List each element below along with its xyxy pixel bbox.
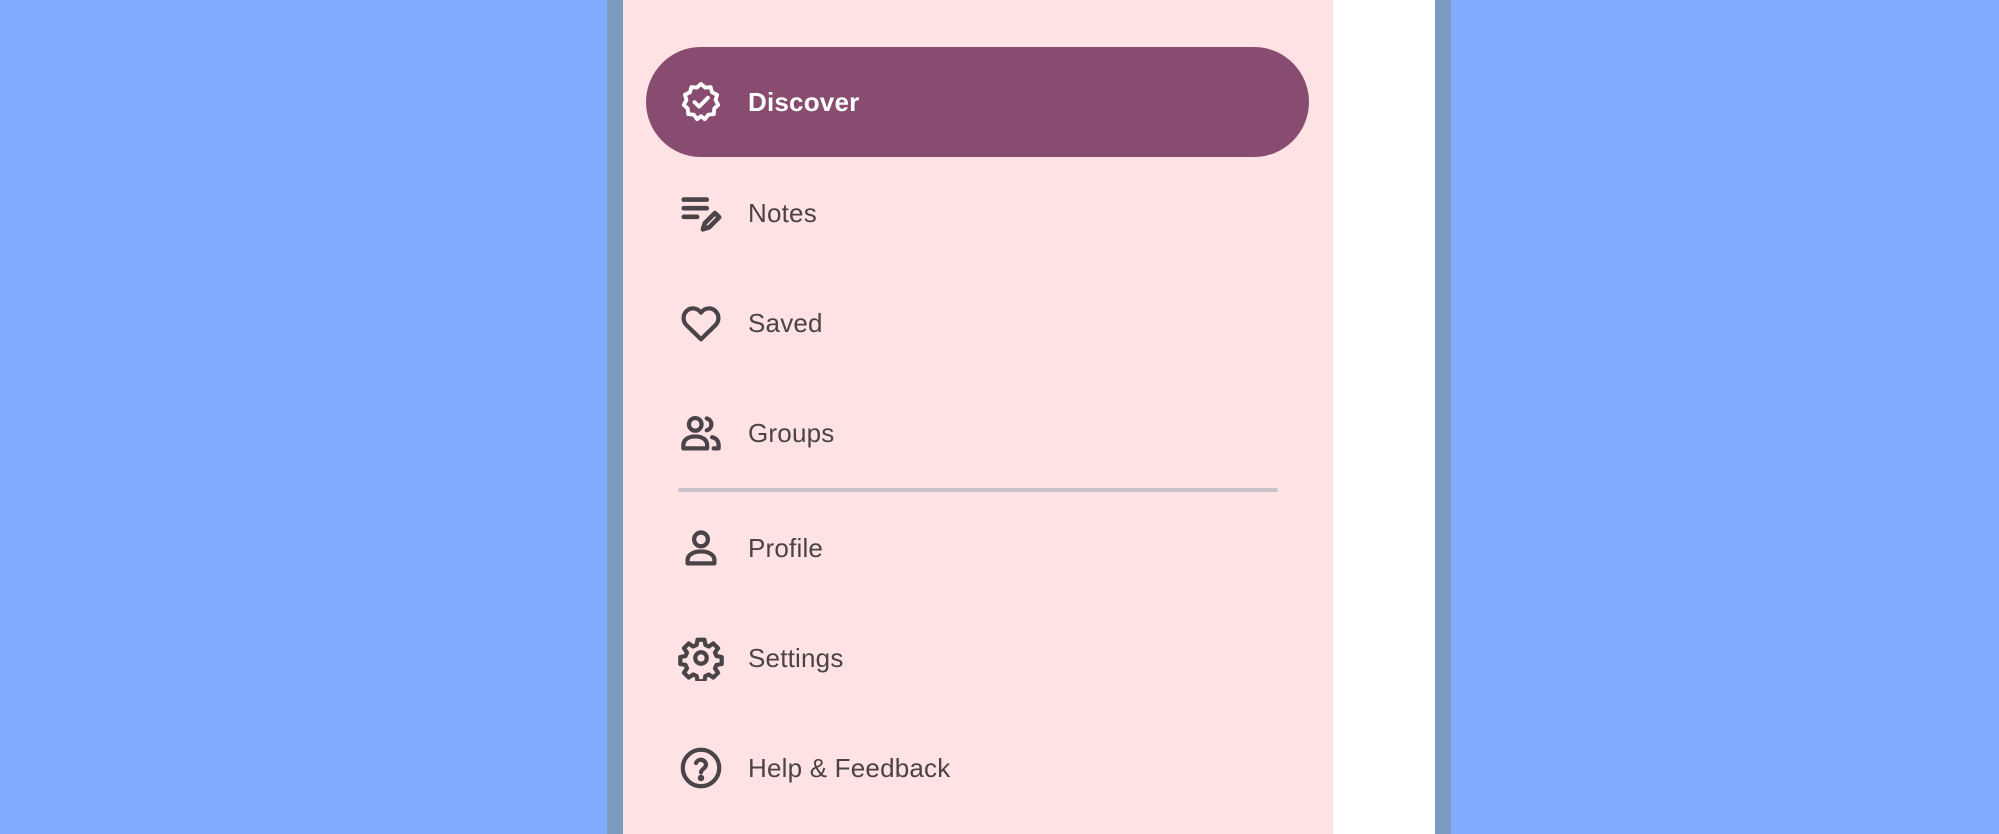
nav-item-discover[interactable]: Discover: [646, 47, 1309, 157]
nav-item-groups[interactable]: Groups: [646, 378, 1309, 488]
nav-item-settings[interactable]: Settings: [646, 603, 1309, 713]
nav-item-profile[interactable]: Profile: [646, 493, 1309, 603]
gear-icon: [678, 635, 724, 681]
nav-label-saved: Saved: [748, 307, 823, 338]
nav-label-settings: Settings: [748, 642, 844, 673]
person-icon: [678, 525, 724, 571]
verified-badge-icon: [678, 79, 724, 125]
nav-label-groups: Groups: [748, 417, 835, 448]
nav-label-notes: Notes: [748, 197, 817, 228]
nav-item-notes[interactable]: Notes: [646, 158, 1309, 268]
heart-icon: [678, 300, 724, 346]
notes-edit-icon: [678, 190, 724, 236]
drawer-divider: [678, 488, 1278, 492]
groups-icon: [678, 410, 724, 456]
nav-label-discover: Discover: [748, 86, 860, 117]
nav-label-profile: Profile: [748, 532, 824, 563]
nav-label-help-feedback: Help & Feedback: [748, 752, 951, 783]
nav-item-help-feedback[interactable]: Help & Feedback: [646, 713, 1309, 823]
help-icon: [678, 745, 724, 791]
nav-item-saved[interactable]: Saved: [646, 268, 1309, 378]
